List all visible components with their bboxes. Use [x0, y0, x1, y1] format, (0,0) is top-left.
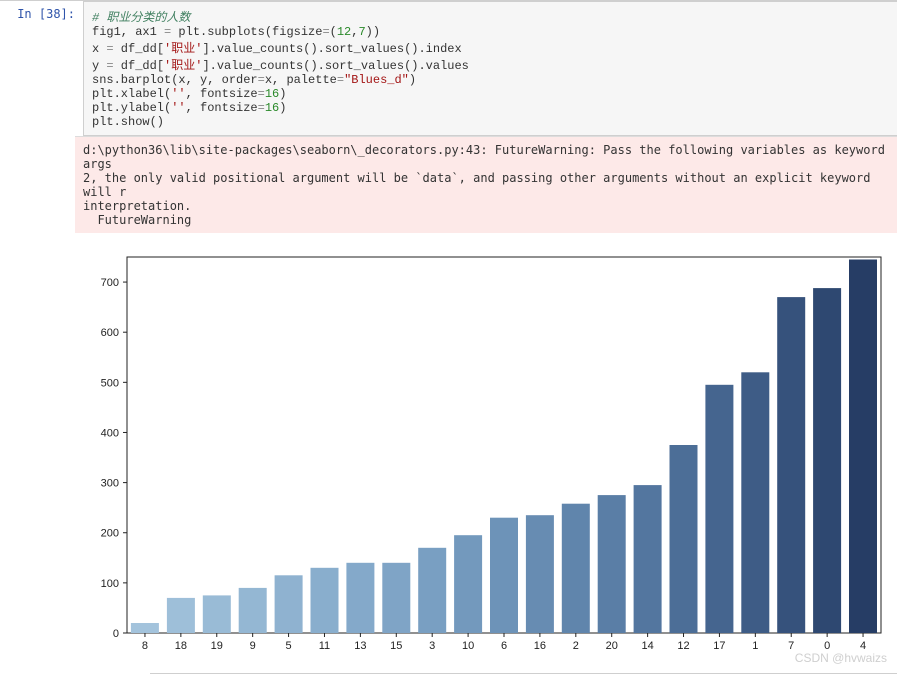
bar [670, 445, 698, 633]
bar [705, 385, 733, 633]
bar [490, 518, 518, 633]
bar [382, 563, 410, 633]
svg-text:200: 200 [101, 528, 119, 540]
svg-text:600: 600 [101, 327, 119, 339]
chart-output: 0100200300400500600700818199511131531061… [75, 233, 897, 665]
svg-text:400: 400 [101, 427, 119, 439]
bar [203, 595, 231, 633]
svg-text:700: 700 [101, 277, 119, 289]
bar [777, 297, 805, 633]
bar [598, 495, 626, 633]
code-cell: In [38]: # 职业分类的人数 fig1, ax1 = plt.subpl… [0, 0, 897, 136]
svg-text:500: 500 [101, 377, 119, 389]
svg-text:100: 100 [101, 578, 119, 590]
svg-text:300: 300 [101, 478, 119, 490]
code-input[interactable]: # 职业分类的人数 fig1, ax1 = plt.subplots(figsi… [83, 1, 897, 136]
svg-text:0: 0 [113, 628, 119, 640]
bar [346, 563, 374, 633]
input-prompt: In [38]: [0, 1, 83, 136]
bar [634, 485, 662, 633]
bar [562, 504, 590, 633]
bar [311, 568, 339, 633]
bar-chart: 0100200300400500600700818199511131531061… [81, 245, 889, 655]
stderr-warning: d:\python36\lib\site-packages\seaborn\_d… [75, 136, 897, 233]
bar [239, 588, 267, 633]
output-area: d:\python36\lib\site-packages\seaborn\_d… [75, 136, 897, 674]
bar [131, 623, 159, 633]
bar [526, 515, 554, 633]
bar [454, 535, 482, 633]
watermark: CSDN @hvwaizs [75, 651, 897, 665]
bar [849, 260, 877, 634]
bar [167, 598, 195, 633]
bar [275, 575, 303, 633]
bar [741, 372, 769, 633]
bar [813, 288, 841, 633]
bar [418, 548, 446, 633]
